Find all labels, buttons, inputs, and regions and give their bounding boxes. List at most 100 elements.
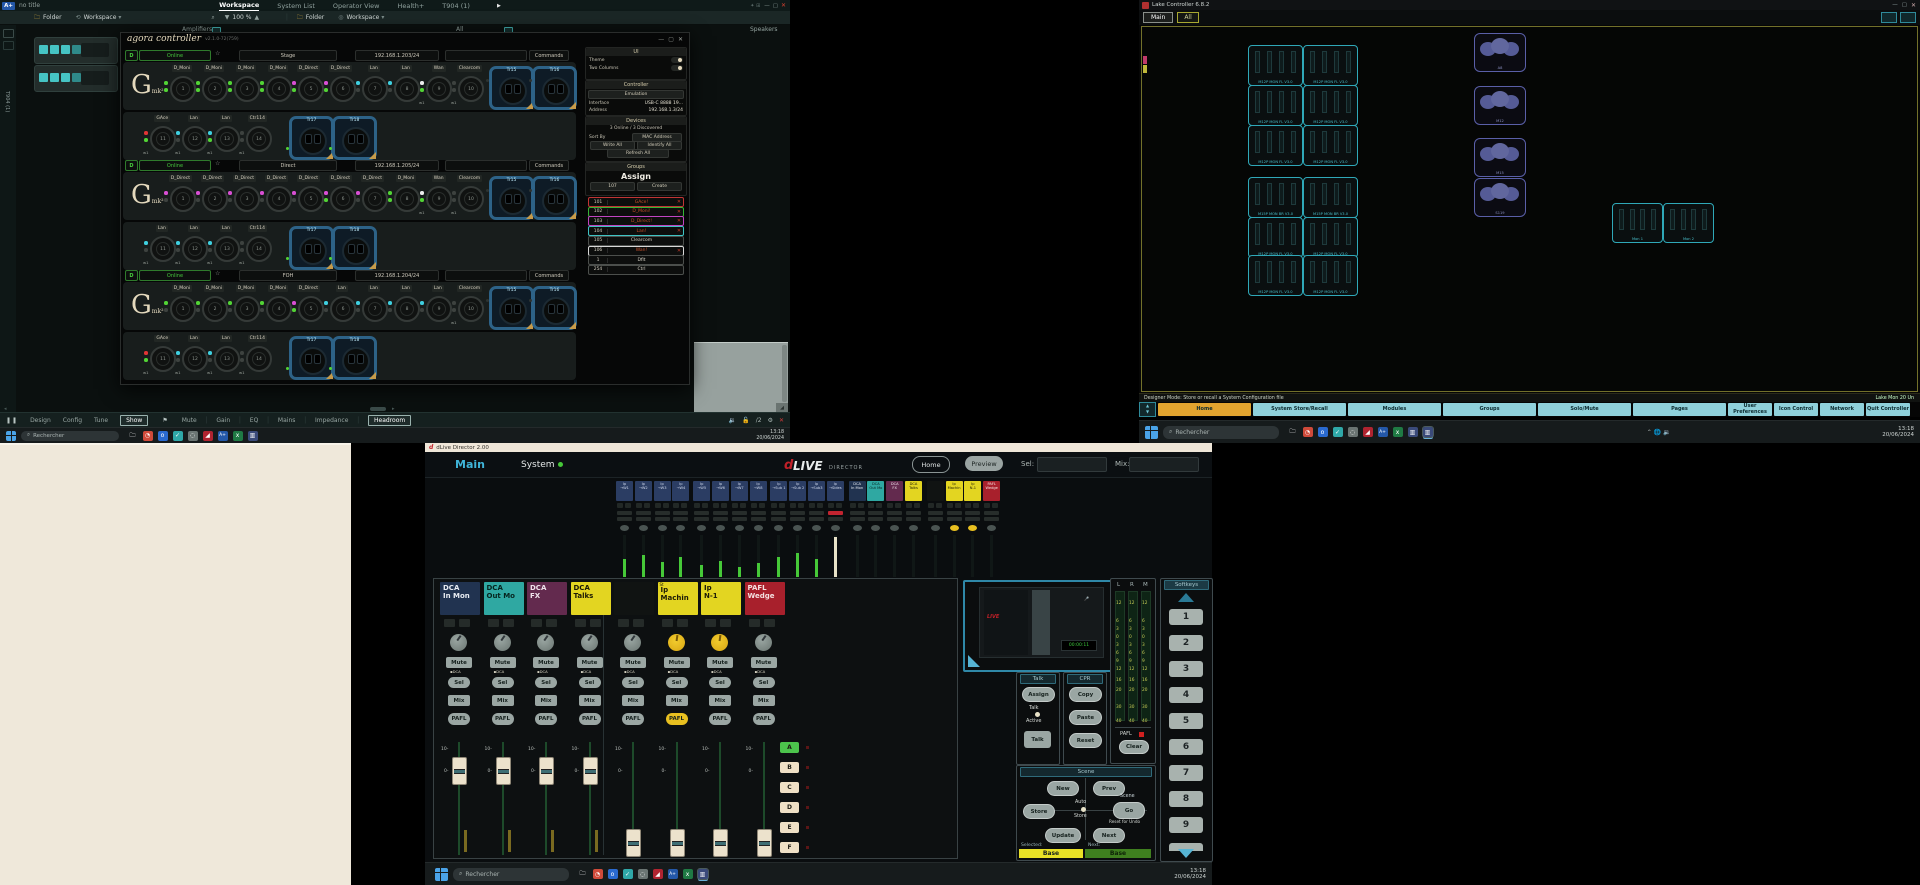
- taskbar-clock-bottom[interactable]: 13:1820/06/2024: [1174, 868, 1212, 881]
- device-field-empty[interactable]: [445, 270, 527, 281]
- mini-button[interactable]: [955, 503, 961, 508]
- mini-sel-button[interactable]: [751, 517, 766, 521]
- pafl-button[interactable]: PAFL: [709, 713, 731, 725]
- zoom-in-icon[interactable]: ▲: [254, 14, 259, 21]
- mute-button[interactable]: Mute: [664, 657, 690, 668]
- group-row-101[interactable]: 101GAce!✕: [588, 197, 684, 207]
- port-2[interactable]: 2: [202, 186, 228, 212]
- mini-sel-button[interactable]: [887, 517, 902, 521]
- taskbar-icon-folder[interactable]: 🗀: [128, 431, 138, 441]
- port-10[interactable]: 10: [458, 76, 484, 102]
- selected-scene-bar[interactable]: Base: [1019, 849, 1083, 858]
- device-status[interactable]: Online: [139, 270, 211, 281]
- mini-button[interactable]: [673, 503, 679, 508]
- speaker-icon[interactable]: 🔉: [729, 417, 736, 424]
- lake-close-icon[interactable]: ✕: [1911, 2, 1916, 9]
- sel-button[interactable]: Sel: [666, 677, 688, 688]
- tab-main[interactable]: Main: [1143, 12, 1173, 23]
- home-button[interactable]: Home: [912, 456, 950, 473]
- mini-button[interactable]: [836, 503, 842, 508]
- port-5[interactable]: 5: [298, 186, 324, 212]
- overview-strip--sides[interactable]: Ip→Sides: [827, 481, 844, 578]
- taskbar-icon-folder[interactable]: 🗀: [1288, 427, 1298, 437]
- lake-button-pages[interactable]: Pages: [1633, 403, 1726, 416]
- strip-knob[interactable]: [711, 634, 728, 651]
- speaker-module[interactable]: M12P MON FL V3.0: [1248, 45, 1303, 86]
- taskbar-icon-armonia[interactable]: A+: [1378, 427, 1388, 437]
- softkeys-down-icon[interactable]: [1178, 849, 1194, 858]
- strip-button-b[interactable]: [546, 619, 557, 627]
- speaker-cluster-module[interactable]: M12: [1474, 86, 1526, 125]
- mini-mute-button[interactable]: [809, 511, 824, 515]
- softkey-9[interactable]: 9: [1169, 817, 1203, 833]
- mini-pafl-button[interactable]: [968, 525, 977, 531]
- mini-button[interactable]: [721, 503, 727, 508]
- overview-strip-machin[interactable]: IpMachin: [946, 481, 963, 578]
- mini-mute-button[interactable]: [732, 511, 747, 515]
- port-2[interactable]: 2: [202, 296, 228, 322]
- overview-strip-out-mo[interactable]: DCAOut Mo: [867, 481, 884, 578]
- mini-button[interactable]: [732, 503, 738, 508]
- port-5[interactable]: 5: [298, 76, 324, 102]
- trunk-tr18[interactable]: Tr18: [332, 226, 377, 270]
- taskbar-icon-outlook[interactable]: o: [1318, 427, 1328, 437]
- strip-button-b[interactable]: [764, 619, 775, 627]
- start-button-bottom[interactable]: [435, 868, 448, 881]
- mini-button[interactable]: [655, 503, 661, 508]
- mini-button[interactable]: [617, 503, 623, 508]
- pafl-button[interactable]: PAFL: [579, 713, 601, 725]
- strip-button-a[interactable]: [575, 619, 586, 627]
- overview-corner-triangle[interactable]: [968, 655, 980, 667]
- app-tab-operator-view[interactable]: Operator View: [333, 2, 380, 10]
- agora-maximize-icon[interactable]: ▢: [668, 36, 674, 43]
- mini-pafl-button[interactable]: [950, 525, 959, 531]
- sel-button[interactable]: Sel: [753, 677, 775, 688]
- mix-button[interactable]: Mix: [709, 695, 731, 706]
- mini-sel-button[interactable]: [617, 517, 632, 521]
- cpr-copy-button[interactable]: Copy: [1069, 687, 1102, 702]
- port-8[interactable]: 8: [394, 296, 420, 322]
- overview-strip--w1[interactable]: Ip→W1: [616, 481, 633, 578]
- sel-field[interactable]: [1037, 457, 1107, 472]
- folder-button-2[interactable]: Folder: [306, 14, 325, 21]
- speaker-cluster-module[interactable]: A8: [1474, 33, 1526, 72]
- device-field-empty[interactable]: [445, 50, 527, 61]
- port-3[interactable]: 3: [234, 76, 260, 102]
- mon-module[interactable]: Mon 1: [1612, 203, 1663, 243]
- speaker-cluster-module[interactable]: S119: [1474, 178, 1526, 217]
- lake-mini-button-1[interactable]: [1881, 12, 1897, 23]
- mini-button[interactable]: [809, 503, 815, 508]
- taskbar-icon-meter[interactable]: ▥: [1408, 427, 1418, 437]
- mini-button[interactable]: [681, 503, 687, 508]
- view-tab-impedance[interactable]: Impedance: [315, 417, 348, 424]
- softkey-5[interactable]: 5: [1169, 713, 1203, 729]
- strip-button-b[interactable]: [459, 619, 470, 627]
- mini-button[interactable]: [771, 503, 777, 508]
- next-scene-bar[interactable]: Base: [1085, 849, 1151, 858]
- overview-strip--w3[interactable]: Ip→W3: [654, 481, 671, 578]
- trunk-tr16[interactable]: Tr16: [532, 176, 577, 220]
- mini-pafl-button[interactable]: [639, 525, 648, 531]
- port-12[interactable]: 12: [182, 126, 208, 152]
- mini-button[interactable]: [759, 503, 765, 508]
- port-10[interactable]: 10: [458, 186, 484, 212]
- start-button[interactable]: [6, 431, 16, 441]
- port-2[interactable]: 2: [202, 76, 228, 102]
- bank-key-d[interactable]: D: [780, 802, 799, 813]
- port-11[interactable]: 11: [150, 236, 176, 262]
- port-9[interactable]: 9: [426, 76, 452, 102]
- pafl-button[interactable]: PAFL: [492, 713, 514, 725]
- agora-close-icon[interactable]: ✕: [678, 36, 683, 43]
- lock-icon[interactable]: 🔓: [742, 417, 749, 424]
- favorite-star-icon[interactable]: ☆: [215, 50, 220, 57]
- mini-pafl-button[interactable]: [931, 525, 940, 531]
- port-6[interactable]: 6: [330, 76, 356, 102]
- app-tab-system-list[interactable]: System List: [277, 2, 315, 10]
- half-icon[interactable]: ∕2: [756, 417, 762, 424]
- mini-button[interactable]: [779, 503, 785, 508]
- emulation-button[interactable]: Emulation: [588, 90, 684, 99]
- mini-button[interactable]: [751, 503, 757, 508]
- taskbar-icon-dlive[interactable]: ◢: [1363, 427, 1373, 437]
- pafl-button[interactable]: PAFL: [448, 713, 470, 725]
- folder-button-1[interactable]: Folder: [43, 14, 62, 21]
